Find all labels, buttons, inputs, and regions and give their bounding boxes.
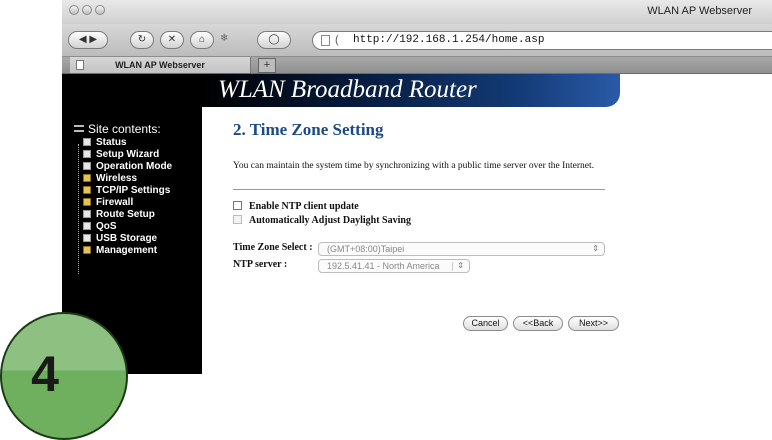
section-divider [233, 189, 605, 190]
site-contents-icon [74, 125, 84, 132]
browser-tab[interactable]: WLAN AP Webserver [70, 57, 251, 73]
close-window-icon[interactable] [69, 5, 79, 15]
select-separator [452, 262, 453, 271]
ntp-server-select[interactable]: 192.5.41.41 - North America ⇕ [318, 259, 470, 273]
cancel-button[interactable]: Cancel [463, 316, 508, 331]
sidebar-item-operation-mode[interactable]: Operation Mode [83, 161, 172, 172]
banner-title: WLAN Broadband Router [218, 76, 477, 103]
folder-icon [83, 174, 91, 182]
step-number: 4 [31, 346, 59, 402]
sidebar-item-wireless[interactable]: Wireless [83, 173, 137, 184]
document-icon [83, 210, 91, 218]
sidebar-item-label: QoS [96, 221, 117, 232]
browser-tabbar: WLAN AP Webserver + [62, 57, 772, 74]
folder-icon [83, 198, 91, 206]
sidebar-item-label: Management [96, 245, 158, 256]
back-button[interactable]: <<Back [513, 316, 563, 331]
back-forward-buttons[interactable]: ◀ ▶ [68, 31, 108, 49]
bookmark-button[interactable]: ◯ [257, 31, 291, 49]
sidebar-item-status[interactable]: Status [83, 137, 127, 148]
browser-toolbar: ◀ ▶ ↻ ✕ ⌂ ❄ ◯ ( http://192.168.1.254/hom… [62, 24, 772, 57]
forward-arrow-icon[interactable]: ▶ [89, 34, 97, 45]
sidebar-item-usb-storage[interactable]: USB Storage [83, 233, 157, 244]
section-title: 2. Time Zone Setting [233, 120, 384, 139]
reload-button[interactable]: ↻ [130, 31, 154, 49]
enable-ntp-label: Enable NTP client update [249, 201, 359, 212]
page-favicon-icon [321, 35, 330, 46]
sidebar-item-label: Wireless [96, 173, 138, 184]
stop-icon: ✕ [167, 34, 177, 45]
sidebar-item-firewall[interactable]: Firewall [83, 197, 133, 208]
sidebar-item-label: Firewall [96, 197, 134, 208]
stop-button[interactable]: ✕ [160, 31, 184, 49]
timezone-label: Time Zone Select : [233, 242, 313, 253]
enable-ntp-row: Enable NTP client update [233, 201, 359, 212]
url-text[interactable]: http://192.168.1.254/home.asp [353, 34, 544, 46]
tab-title: WLAN AP Webserver [115, 60, 205, 70]
select-arrows-icon: ⇕ [457, 261, 464, 270]
document-icon [83, 150, 91, 158]
document-icon [83, 162, 91, 170]
folder-icon [83, 186, 91, 194]
snapback-icon[interactable]: ❄ [220, 33, 228, 44]
zoom-window-icon[interactable] [95, 5, 105, 15]
timezone-select[interactable]: (GMT+08:00)Taipei ⇕ [318, 242, 605, 256]
sidebar-header: Site contents: [74, 122, 161, 136]
sidebar-item-label: Status [96, 137, 127, 148]
document-icon [83, 234, 91, 242]
daylight-saving-label: Automatically Adjust Daylight Saving [249, 215, 411, 226]
back-arrow-icon[interactable]: ◀ [79, 34, 87, 45]
enable-ntp-checkbox[interactable] [233, 201, 242, 210]
bookmark-icon: ◯ [268, 34, 280, 45]
sidebar-item-qos[interactable]: QoS [83, 221, 117, 232]
ntp-server-select-value: 192.5.41.41 - North America [327, 261, 440, 271]
tab-page-icon [76, 60, 84, 70]
sidebar-item-label: Route Setup [96, 209, 155, 220]
browser-titlebar: WLAN AP Webserver [62, 0, 772, 25]
sidebar-item-label: TCP/IP Settings [96, 185, 171, 196]
folder-icon [83, 246, 91, 254]
sidebar-item-management[interactable]: Management [83, 245, 157, 256]
daylight-saving-row: Automatically Adjust Daylight Saving [233, 215, 411, 226]
window-title: WLAN AP Webserver [647, 5, 752, 17]
sidebar-item-label: Operation Mode [96, 161, 173, 172]
address-bar[interactable]: ( http://192.168.1.254/home.asp [312, 31, 772, 50]
reload-icon: ↻ [137, 34, 147, 45]
home-icon: ⌂ [198, 34, 206, 45]
sidebar-item-tcpip-settings[interactable]: TCP/IP Settings [83, 185, 170, 196]
sidebar-item-route-setup[interactable]: Route Setup [83, 209, 155, 220]
sidebar-item-label: Setup Wizard [96, 149, 160, 160]
daylight-saving-checkbox[interactable] [233, 215, 242, 224]
timezone-select-value: (GMT+08:00)Taipei [327, 244, 405, 254]
section-description: You can maintain the system time by sync… [233, 161, 595, 171]
sidebar-item-label: USB Storage [96, 233, 158, 244]
tree-connector [78, 144, 79, 274]
ntp-server-label: NTP server : [233, 259, 288, 270]
home-button[interactable]: ⌂ [190, 31, 214, 49]
sidebar-item-setup-wizard[interactable]: Setup Wizard [83, 149, 159, 160]
document-icon [83, 138, 91, 146]
sidebar-header-label: Site contents: [88, 122, 161, 136]
minimize-window-icon[interactable] [82, 5, 92, 15]
next-button[interactable]: Next>> [568, 316, 619, 331]
new-tab-button[interactable]: + [258, 58, 276, 73]
document-icon [83, 222, 91, 230]
address-divider-icon: ( [335, 34, 339, 46]
select-arrows-icon: ⇕ [592, 244, 599, 253]
